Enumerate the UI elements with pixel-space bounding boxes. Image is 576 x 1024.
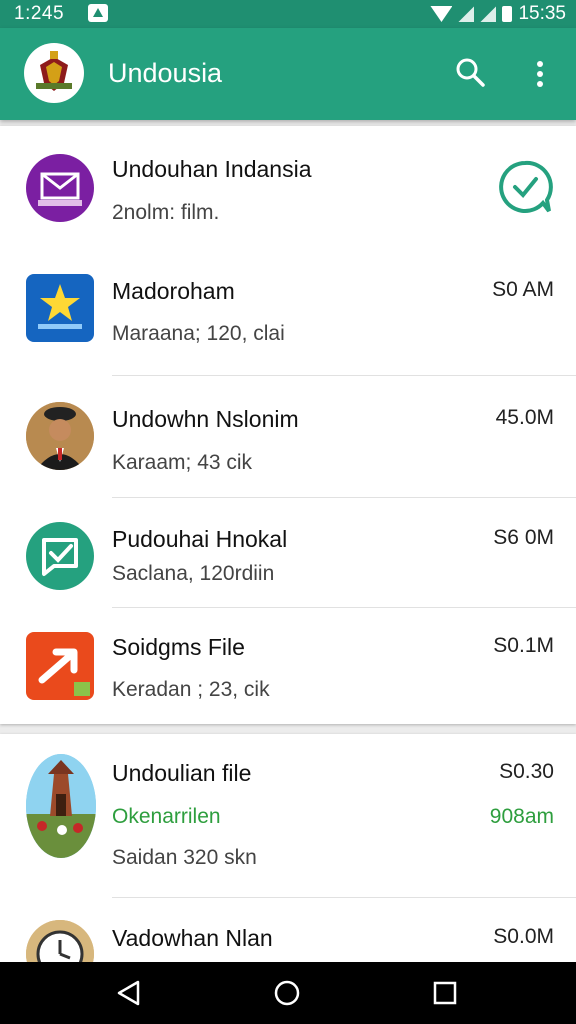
item-subtitle: Saclana, 120rdiin	[112, 562, 275, 585]
list-item[interactable]: Pudouhai Hnokal Saclana, 120rdiin S6 0M	[0, 498, 576, 608]
item-time: 45.0M	[495, 406, 554, 429]
check-chat-icon[interactable]	[496, 158, 554, 216]
wifi-icon	[430, 6, 453, 22]
list-item[interactable]: Madoroham Maraana; 120, clai S0 AM	[0, 256, 576, 376]
app-bar: Undousia	[0, 28, 576, 120]
home-icon[interactable]	[272, 978, 302, 1008]
person-avatar	[26, 402, 94, 470]
list-item[interactable]: Vadowhan Nlan S0.0M	[0, 898, 576, 988]
item-subtitle: Keradan ; 23, cik	[112, 678, 270, 701]
navigation-bar	[0, 962, 576, 1024]
item-time: S0.0M	[493, 925, 554, 948]
mail-app-icon	[26, 154, 94, 222]
item-highlight: Okenarrilen	[112, 805, 221, 828]
item-highlight-time: 908am	[489, 805, 554, 828]
star-app-icon	[26, 274, 94, 342]
recents-icon[interactable]	[430, 978, 460, 1008]
status-time: 1:245	[14, 3, 65, 24]
list-item[interactable]: Undouhan Indansia 2nolm: film.	[0, 126, 576, 256]
chat-check-app-icon	[26, 522, 94, 590]
signal-icon	[458, 6, 475, 22]
status-bar: 1:245 15:35	[0, 0, 576, 28]
item-title: Madoroham	[112, 278, 235, 304]
item-subtitle: Karaam; 43 cik	[112, 451, 253, 474]
status-clock: 15:35	[518, 3, 566, 24]
item-title: Undoulian file	[112, 760, 252, 786]
signal-icon	[480, 6, 497, 22]
item-title: Soidgms File	[112, 634, 245, 660]
battery-icon	[502, 6, 513, 22]
item-time: S0.1M	[493, 634, 554, 657]
item-title: Undouhan Indansia	[112, 156, 312, 182]
landmark-photo-avatar	[26, 754, 96, 858]
chat-list-card: Undouhan Indansia 2nolm: film. Madoroham…	[0, 126, 576, 724]
chat-list-card: Undoulian file Okenarrilen 908am Saidan …	[0, 734, 576, 988]
item-time: S6 0M	[493, 526, 554, 549]
item-title: Pudouhai Hnokal	[112, 526, 288, 552]
item-subtitle: 2nolm: film.	[112, 201, 220, 224]
item-subtitle: Maraana; 120, clai	[112, 322, 285, 345]
item-time: S0 AM	[492, 278, 554, 301]
notification-icon	[88, 4, 108, 22]
search-icon[interactable]	[452, 54, 488, 90]
list-item[interactable]: Undoulian file Okenarrilen 908am Saidan …	[0, 734, 576, 898]
item-title: Vadowhan Nlan	[112, 925, 273, 951]
back-icon[interactable]	[114, 978, 144, 1008]
app-title: Undousia	[108, 58, 223, 88]
app-logo[interactable]	[24, 43, 84, 103]
item-time: S0.30	[499, 760, 554, 783]
item-title: Undowhn Nslonim	[112, 406, 299, 432]
list-item[interactable]: Soidgms File Keradan ; 23, cik S0.1M	[0, 608, 576, 724]
more-vert-icon[interactable]	[526, 56, 554, 92]
list-item[interactable]: Undowhn Nslonim Karaam; 43 cik 45.0M	[0, 376, 576, 498]
share-arrow-app-icon	[26, 632, 94, 700]
status-icons: 15:35	[430, 3, 566, 25]
item-subtitle: Saidan 320 skn	[112, 846, 257, 869]
